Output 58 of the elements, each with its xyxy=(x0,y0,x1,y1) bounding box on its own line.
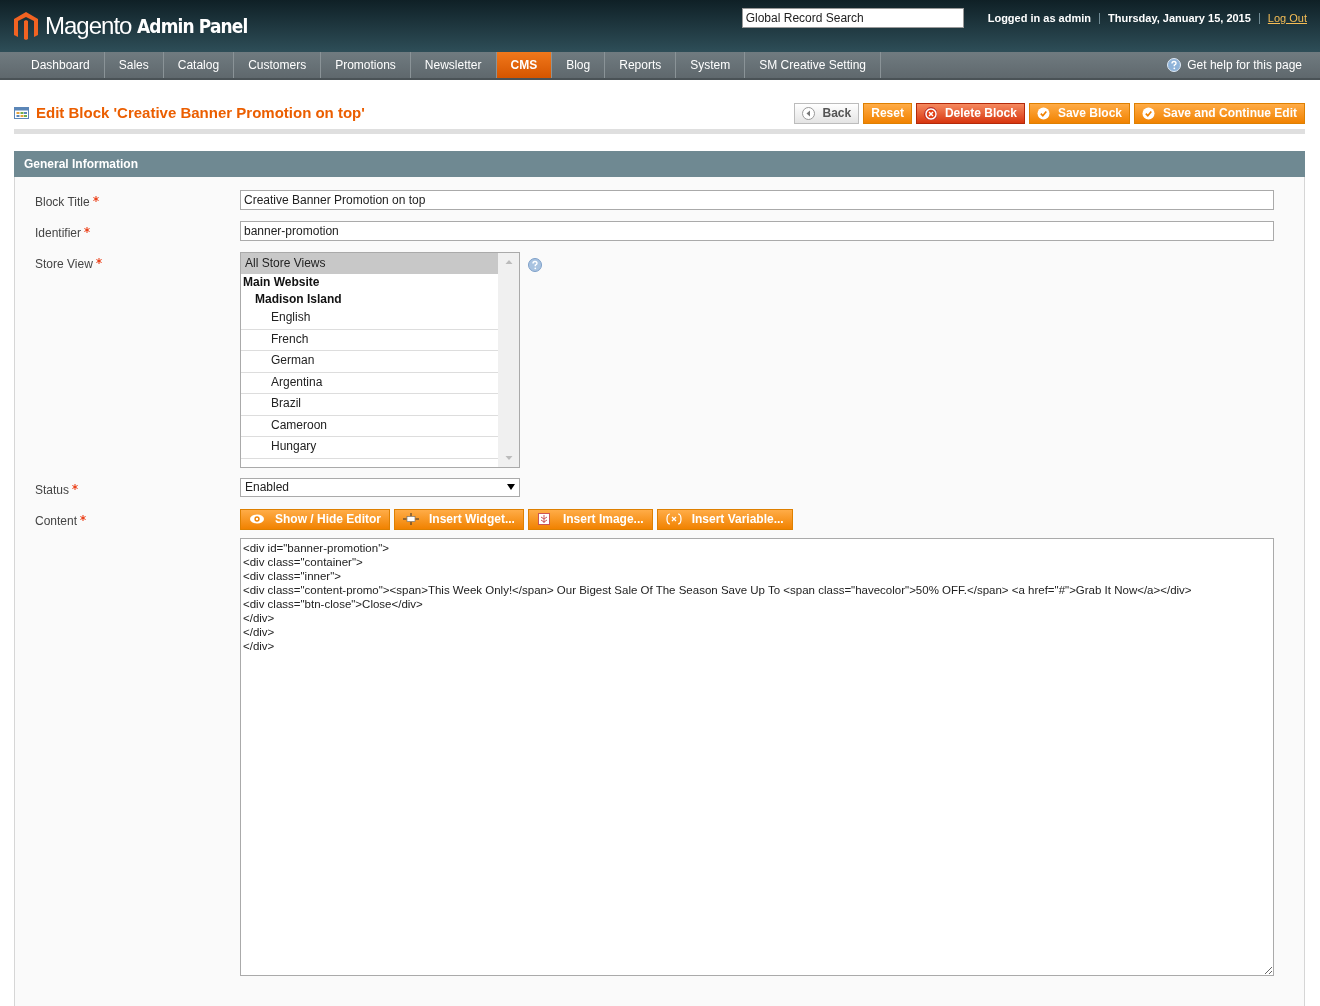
section-header: General Information xyxy=(14,150,1305,177)
nav-tab[interactable]: Newsletter xyxy=(410,52,497,78)
list-option[interactable]: English xyxy=(241,308,498,330)
status-dropdown[interactable]: Enabled xyxy=(240,477,520,497)
input-field[interactable]: Creative Banner Promotion on top xyxy=(240,189,1274,210)
back-button[interactable]: Back xyxy=(793,102,860,124)
nav-tab[interactable]: SM Creative Setting xyxy=(745,52,881,78)
caret-icon xyxy=(507,484,515,490)
delete-button[interactable]: Delete Block xyxy=(915,102,1025,124)
field-label: Store View xyxy=(35,256,93,271)
check-icon xyxy=(1036,106,1050,120)
list-option[interactable]: Argentina xyxy=(241,372,498,394)
field-label: Status xyxy=(35,482,70,497)
group-label: Main Website xyxy=(242,274,321,291)
content-editor[interactable]: <div id="banner-promotion"> <div class="container"> <div class="inner"> <div class="content-promo"><span>This Week Only!</span> Our Bigest Sale Of The Season Save Up To <span class="havecolor">50% OFF.</span> <a href="#">Grab It Now</a></div> <div class="btn-close">Close</div> </div> </div> </div> xyxy=(240,537,1274,976)
nav-tab[interactable]: Sales xyxy=(104,52,164,78)
logo-icon xyxy=(13,11,39,41)
group-label: Madison Island xyxy=(254,291,343,308)
logout-link[interactable]: Log Out xyxy=(1267,11,1307,24)
page-title: Edit Block 'Creative Banner Promotion on top' xyxy=(36,103,365,123)
eye-icon xyxy=(249,513,265,525)
widget-icon xyxy=(403,513,419,525)
nav-tab[interactable]: Catalog xyxy=(163,52,235,78)
nav-tab[interactable]: Blog xyxy=(552,52,606,78)
store-view-list[interactable]: All Store Views Main Website Madison Island English French German Argentina Brazil Cameroon Hungary xyxy=(240,251,520,468)
down-arrow-icon xyxy=(504,454,513,461)
input-field[interactable]: banner-promotion xyxy=(240,220,1274,241)
list-option[interactable]: Cameroon xyxy=(241,415,498,437)
field-label: Block Title xyxy=(35,194,90,209)
nav-tab[interactable]: CMS xyxy=(496,52,553,78)
help-icon xyxy=(1167,58,1182,72)
nav-tab[interactable]: Reports xyxy=(605,52,677,78)
list-option[interactable]: French xyxy=(241,329,498,351)
grid-icon xyxy=(14,107,29,120)
nav-tab[interactable]: Promotions xyxy=(321,52,411,78)
back-icon xyxy=(801,106,815,120)
help-link[interactable]: Get help for this page xyxy=(1187,56,1302,74)
nav-tab[interactable]: System xyxy=(676,52,746,78)
list-option[interactable]: Hungary xyxy=(241,437,498,459)
scrollbar[interactable] xyxy=(498,252,519,467)
user-info: Logged in as admin xyxy=(987,10,1091,26)
date-text: Thursday, January 15, 2015 xyxy=(1099,12,1251,24)
logo-subtitle: Admin Panel xyxy=(137,13,248,40)
close-icon xyxy=(923,106,937,120)
up-arrow-icon xyxy=(504,258,513,265)
search-field[interactable]: Global Record Search xyxy=(741,8,964,28)
field-label: Identifier xyxy=(35,225,82,240)
image-icon xyxy=(536,513,553,525)
variable-icon xyxy=(665,513,682,525)
field-label: Content xyxy=(35,513,78,528)
check-icon xyxy=(1142,106,1155,120)
help-icon xyxy=(528,258,542,273)
list-option[interactable]: Brazil xyxy=(241,394,498,416)
nav-tab[interactable]: Customers xyxy=(234,52,322,78)
list-option[interactable]: German xyxy=(241,351,498,373)
logo-text: Magento xyxy=(45,11,132,41)
list-option[interactable]: All Store Views xyxy=(241,252,498,274)
nav-tab[interactable]: Dashboard xyxy=(17,52,105,78)
